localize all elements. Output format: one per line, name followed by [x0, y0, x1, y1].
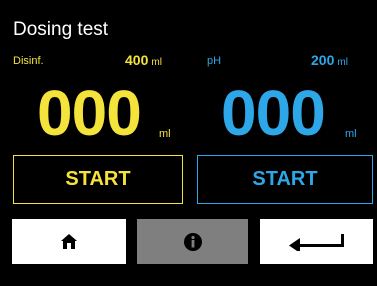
disinf-target-unit: ml [151, 57, 162, 68]
disinf-target: 400 ml [125, 52, 162, 68]
ph-current-value: 000 [221, 77, 326, 149]
back-button[interactable] [260, 219, 373, 264]
home-icon [61, 234, 77, 249]
disinf-current-unit: ml [159, 128, 171, 140]
ph-current-unit: ml [345, 128, 357, 140]
disinf-label: Disinf. [13, 55, 44, 67]
info-button[interactable] [137, 219, 248, 264]
home-button[interactable] [12, 219, 126, 264]
ph-current: 000 ml [221, 78, 371, 148]
info-icon [183, 232, 202, 251]
return-arrow-icon [288, 233, 344, 251]
disinf-target-value: 400 [125, 52, 149, 68]
ph-target-value: 200 [311, 52, 335, 68]
ph-target: 200 ml [311, 52, 348, 68]
ph-label: pH [207, 55, 222, 67]
page-title: Dosing test [13, 19, 109, 40]
ph-start-button[interactable]: START [197, 155, 373, 204]
disinf-current-value: 000 [37, 77, 142, 149]
disinf-current: 000 ml [37, 78, 187, 148]
ph-target-unit: ml [337, 57, 348, 68]
disinf-start-button[interactable]: START [13, 155, 183, 204]
